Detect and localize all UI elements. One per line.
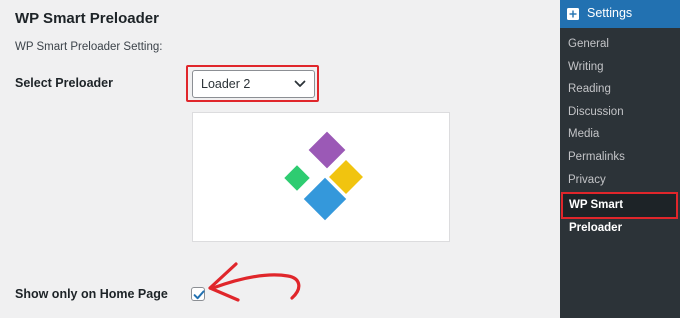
preloader-select-value: Loader 2 <box>201 77 251 91</box>
menu-item-reading[interactable]: Reading <box>560 78 680 101</box>
loader-tile-purple <box>308 131 346 169</box>
menu-item-permalinks[interactable]: Permalinks <box>560 146 680 169</box>
page-title: WP Smart Preloader <box>15 10 159 27</box>
section-label: WP Smart Preloader Setting: <box>15 41 163 53</box>
menu-item-writing[interactable]: Writing <box>560 56 680 79</box>
preloader-loader-icon <box>284 131 363 221</box>
home-page-label: Show only on Home Page <box>15 287 168 301</box>
menu-item-wp-smart-preloader[interactable]: WP Smart Preloader <box>561 192 678 234</box>
settings-submenu: General Writing Reading Discussion Media… <box>560 33 680 234</box>
chevron-down-icon <box>294 80 306 87</box>
select-preloader-label: Select Preloader <box>15 76 113 90</box>
arrow-annotation-icon <box>208 262 301 302</box>
settings-menu-title: Settings <box>587 6 633 20</box>
preloader-select[interactable]: Loader 2 <box>192 70 315 98</box>
preloader-preview <box>192 112 450 242</box>
menu-item-privacy[interactable]: Privacy <box>560 169 680 192</box>
settings-menu-header[interactable]: Settings <box>560 0 680 28</box>
settings-menu: Settings General Writing Reading Discuss… <box>560 0 680 318</box>
menu-item-discussion[interactable]: Discussion <box>560 101 680 124</box>
settings-icon <box>567 8 579 20</box>
loader-tile-green <box>284 165 310 191</box>
menu-item-media[interactable]: Media <box>560 123 680 146</box>
menu-item-general[interactable]: General <box>560 33 680 56</box>
